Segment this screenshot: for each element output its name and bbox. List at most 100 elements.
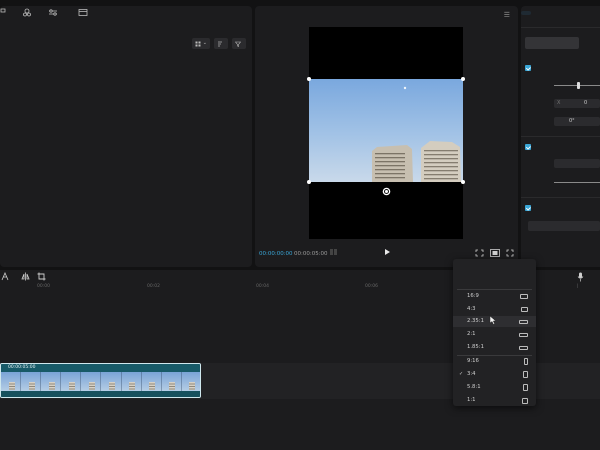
ratio-label: 2:1	[467, 331, 476, 337]
tick-label: 00:06	[365, 284, 378, 289]
app-root: ⌄ ☰ 00:00:00:00 00:00:05:00 X 0 0° 00:00…	[0, 0, 600, 450]
view-toggle-button[interactable]: ⌄	[191, 38, 210, 49]
position-x-field[interactable]: X 0	[554, 99, 600, 108]
ratio-option-original[interactable]	[453, 262, 536, 273]
tab-speed[interactable]	[541, 11, 551, 15]
media-panel: ⌄	[0, 6, 252, 267]
rotate-icon[interactable]	[382, 187, 391, 196]
media-tab[interactable]	[0, 8, 6, 32]
resize-handle-bottom-left[interactable]	[307, 180, 311, 184]
blend-mode-select[interactable]	[554, 159, 600, 168]
clip-frame	[182, 372, 200, 392]
ratio-option-4-3[interactable]: 4:3	[453, 304, 536, 315]
section-position-size[interactable]	[525, 65, 534, 71]
ratio-option-16-9[interactable]: 16:9	[453, 291, 536, 302]
ratio-label: 1.85:1	[467, 344, 484, 350]
fullscreen-icon[interactable]	[506, 249, 514, 257]
menu-separator	[457, 289, 532, 290]
ratio-option-5-8[interactable]: 5.8:1	[453, 382, 536, 393]
x-value: 0	[584, 100, 588, 106]
resize-handle-bottom-right[interactable]	[461, 180, 465, 184]
scale-slider-knob[interactable]	[577, 82, 580, 89]
crop-icon[interactable]	[37, 272, 46, 281]
cinema-icon	[519, 332, 528, 337]
total-timecode: 00:00:05:00	[294, 251, 328, 257]
adjust-icon	[49, 9, 57, 16]
portrait-icon	[523, 371, 528, 378]
player-panel: ☰ 00:00:00:00 00:00:05:00	[255, 6, 518, 267]
adjust-tab[interactable]	[40, 8, 66, 32]
clip-audio-strip	[1, 391, 200, 397]
section-blend[interactable]	[525, 144, 534, 150]
check-icon: ✓	[459, 371, 464, 377]
background-select[interactable]	[528, 221, 600, 231]
sort-button[interactable]	[214, 38, 228, 49]
tab-animation[interactable]	[531, 11, 541, 15]
preview-image[interactable]	[309, 79, 463, 182]
clip-frame	[81, 372, 102, 392]
ratio-label: 3:4	[467, 371, 476, 377]
clip-frame	[41, 372, 62, 392]
tab-picture[interactable]	[521, 11, 531, 15]
menu-icon[interactable]: ☰	[504, 11, 510, 19]
ratio-dropdown: 16:9 4:3 2.35:1 2:1 1.85:1 9:16 ✓ 3:4 5.…	[453, 259, 536, 406]
inspector-tabs	[521, 11, 551, 15]
filter-button[interactable]	[232, 38, 246, 49]
ratio-label: 5.8:1	[467, 384, 481, 390]
ratio-icon[interactable]	[490, 249, 500, 257]
checkbox-icon[interactable]	[525, 205, 531, 211]
cinema-icon	[519, 319, 528, 324]
sort-icon	[218, 41, 222, 46]
folder-icon	[78, 9, 88, 16]
ratio-option-1-1[interactable]: 1:1	[453, 395, 536, 406]
media-icon	[0, 8, 6, 13]
subtab-basic[interactable]	[525, 37, 579, 49]
video-clip[interactable]: 00:00:05:00	[0, 363, 201, 398]
audio-icon	[23, 8, 31, 17]
play-icon[interactable]	[383, 248, 391, 256]
section-background[interactable]	[525, 205, 534, 211]
clip-frame	[122, 372, 142, 392]
grid-icon	[195, 41, 201, 46]
timeline-marker-icon[interactable]	[329, 248, 339, 256]
portrait-icon	[523, 384, 528, 391]
split-icon[interactable]	[1, 272, 9, 281]
landscape-wide-icon	[520, 294, 528, 299]
ratio-label: 4:3	[467, 306, 476, 312]
mic-icon[interactable]	[577, 272, 584, 282]
tick-label: 00:04	[256, 284, 269, 289]
audio-tab[interactable]	[14, 8, 40, 32]
mouse-cursor-icon	[489, 315, 497, 325]
mirror-icon[interactable]	[21, 272, 30, 281]
current-timecode: 00:00:00:00	[259, 251, 293, 257]
ratio-option-1-85-1[interactable]: 1.85:1	[453, 342, 536, 353]
clip-frame	[101, 372, 122, 392]
clip-duration: 00:00:05:00	[1, 364, 200, 372]
opacity-slider[interactable]	[554, 182, 600, 183]
ratio-label: 9:16	[467, 358, 479, 364]
chevron-down-icon: ⌄	[202, 40, 207, 46]
resize-handle-top-left[interactable]	[307, 77, 311, 81]
ratio-option-3-4[interactable]: ✓ 3:4	[453, 369, 536, 380]
ratio-label: 2.35:1	[467, 318, 484, 324]
checkbox-icon[interactable]	[525, 144, 531, 150]
rotate-value: 0°	[569, 118, 575, 124]
rotate-field[interactable]: 0°	[554, 117, 600, 126]
fit-screen-icon[interactable]	[475, 249, 484, 257]
filter-icon	[235, 41, 241, 47]
ratio-option-9-16[interactable]: 9:16	[453, 356, 536, 367]
divider	[521, 197, 600, 198]
ratio-option-2-1[interactable]: 2:1	[453, 329, 536, 340]
checkbox-icon[interactable]	[525, 65, 531, 71]
cinema-icon	[519, 345, 528, 350]
tick-label: |	[577, 284, 579, 289]
building-scene-icon	[372, 86, 461, 182]
ratio-option-custom[interactable]	[453, 275, 536, 286]
portrait-tall-icon	[524, 358, 528, 365]
divider	[521, 27, 600, 28]
resize-handle-top-right[interactable]	[461, 77, 465, 81]
folder-tab[interactable]	[70, 8, 96, 32]
media-tools: ⌄	[191, 38, 246, 49]
clip-frame	[162, 372, 182, 392]
ratio-label: 16:9	[467, 293, 479, 299]
